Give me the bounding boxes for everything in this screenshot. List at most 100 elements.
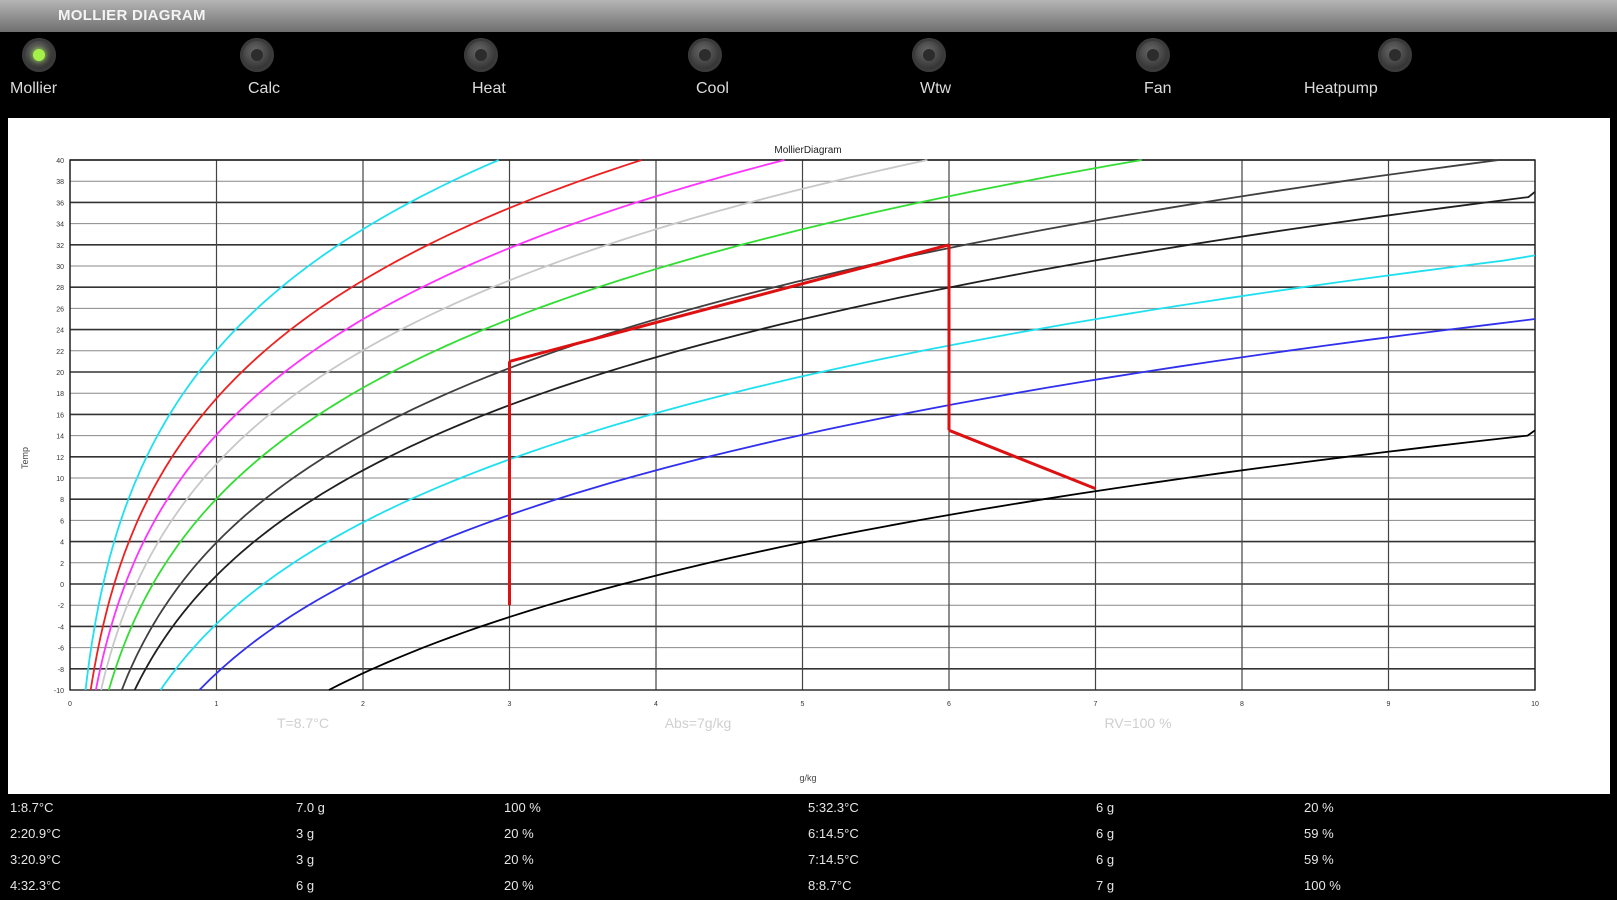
- y-tick-label: 10: [56, 476, 64, 483]
- tab-mollier[interactable]: Mollier: [8, 34, 128, 112]
- table-cell: 6 g: [1096, 852, 1115, 867]
- table-cell: 7.0 g: [296, 800, 325, 815]
- table-cell: 6 g: [1096, 826, 1115, 841]
- x-tick-label: 6: [947, 701, 951, 708]
- y-tick-label: 0: [60, 582, 64, 589]
- table-cell: 1:8.7°C: [10, 800, 54, 815]
- table-cell: 4:32.3°C: [10, 878, 61, 893]
- y-tick-label: 28: [56, 285, 64, 292]
- mollier-chart[interactable]: -10 -8 -6 -4 -2 0 2 4 6 8 10 12 14 16 18 20 22 24 26 28 30 32…: [8, 118, 1610, 794]
- table-cell: 100 %: [1304, 878, 1341, 893]
- rh-curve-35: [159, 254, 1536, 691]
- tab-wtw[interactable]: Wtw: [904, 34, 1024, 112]
- y-tick-label: 32: [56, 243, 64, 250]
- x-tick-label: 8: [1240, 701, 1244, 708]
- x-tick-label: 7: [1094, 701, 1098, 708]
- absolute-humidity-readout: Abs=7g/kg: [665, 715, 732, 731]
- tab-fan[interactable]: Fan: [1128, 34, 1248, 112]
- table-cell: 3 g: [296, 826, 315, 841]
- table-row: 2:20.9°C 3 g 20 % 6:14.5°C 6 g 59 %: [0, 822, 1617, 848]
- y-axis-label: Temp: [20, 447, 30, 469]
- y-tick-label: -10: [54, 688, 64, 695]
- rh-curve-8: [89, 159, 642, 691]
- y-tick-label: 12: [56, 455, 64, 462]
- table-cell: 20 %: [1304, 800, 1334, 815]
- radio-indicator-icon: [22, 38, 56, 72]
- x-tick-label: 1: [215, 701, 219, 708]
- table-cell: 7:14.5°C: [808, 852, 859, 867]
- x-axis-label: g/kg: [799, 773, 816, 783]
- table-row: 1:8.7°C 7.0 g 100 % 5:32.3°C 6 g 20 %: [0, 796, 1617, 822]
- table-row: 3:20.9°C 3 g 20 % 7:14.5°C 6 g 59 %: [0, 848, 1617, 874]
- table-cell: 6 g: [296, 878, 315, 893]
- radio-indicator-icon: [240, 38, 274, 72]
- table-cell: 2:20.9°C: [10, 826, 61, 841]
- x-tick-label: 4: [654, 701, 658, 708]
- y-tick-label: 6: [60, 518, 64, 525]
- y-tick-label: 20: [56, 370, 64, 377]
- y-tick-label: 8: [60, 497, 64, 504]
- process-segment: [509, 243, 950, 363]
- table-cell: 20 %: [504, 852, 534, 867]
- table-cell: 59 %: [1304, 826, 1334, 841]
- temperature-readout: T=8.7°C: [277, 715, 329, 731]
- table-cell: 6:14.5°C: [808, 826, 859, 841]
- table-cell: 8:8.7°C: [808, 878, 852, 893]
- y-tick-label: 22: [56, 349, 64, 356]
- relative-humidity-readout: RV=100 %: [1104, 715, 1171, 731]
- tab-label: Heatpump: [1304, 80, 1378, 97]
- tab-label: Calc: [248, 80, 281, 97]
- tab-heat[interactable]: Heat: [456, 34, 576, 112]
- chart-canvas: -10-8-6-4-202468101214161820222426283032…: [20, 145, 1539, 783]
- y-tick-label: 40: [56, 158, 64, 165]
- rh-curve-25: [133, 191, 1536, 691]
- title-bar: MOLLIER DIAGRAM: [0, 0, 1617, 32]
- table-cell: 20 %: [504, 878, 534, 893]
- radio-indicator-icon: [688, 38, 722, 72]
- state-points-table: 1:8.7°C 7.0 g 100 % 5:32.3°C 6 g 20 % 2:…: [0, 796, 1617, 900]
- tab-label: Cool: [696, 80, 729, 97]
- y-tick-label: -4: [58, 624, 64, 631]
- tab-cool[interactable]: Cool: [680, 34, 800, 112]
- y-tick-label: 14: [56, 434, 64, 441]
- radio-indicator-icon: [1136, 38, 1170, 72]
- table-cell: 7 g: [1096, 878, 1115, 893]
- tab-label: Heat: [472, 80, 506, 97]
- table-row: 4:32.3°C 6 g 20 % 8:8.7°C 7 g 100 %: [0, 874, 1617, 900]
- y-tick-label: 18: [56, 391, 64, 398]
- y-tick-label: 2: [60, 561, 64, 568]
- tab-label: Fan: [1144, 80, 1172, 97]
- mode-tab-bar: Mollier Calc Heat Cool Wtw Fan Heatpump: [0, 32, 1617, 116]
- y-tick-label: 34: [56, 222, 64, 229]
- x-tick-label: 0: [68, 701, 72, 708]
- radio-indicator-icon: [912, 38, 946, 72]
- table-cell: 59 %: [1304, 852, 1334, 867]
- y-tick-label: 38: [56, 179, 64, 186]
- tab-heatpump[interactable]: Heatpump: [1304, 34, 1472, 112]
- table-cell: 6 g: [1096, 800, 1115, 815]
- table-cell: 3:20.9°C: [10, 852, 61, 867]
- radio-indicator-icon: [1378, 38, 1412, 72]
- y-tick-label: 30: [56, 264, 64, 271]
- tab-calc[interactable]: Calc: [232, 34, 352, 112]
- y-tick-label: -6: [58, 646, 64, 653]
- table-cell: 100 %: [504, 800, 541, 815]
- radio-indicator-icon: [464, 38, 498, 72]
- app-title: MOLLIER DIAGRAM: [58, 7, 206, 24]
- y-tick-label: 26: [56, 306, 64, 313]
- x-tick-label: 5: [801, 701, 805, 708]
- rh-curve-6: [84, 159, 500, 691]
- y-tick-label: -2: [58, 603, 64, 610]
- y-tick-label: 36: [56, 200, 64, 207]
- y-tick-label: 4: [60, 540, 64, 547]
- x-tick-label: 2: [361, 701, 365, 708]
- rh-curve-20: [120, 159, 1500, 691]
- table-cell: 3 g: [296, 852, 315, 867]
- y-tick-label: -8: [58, 667, 64, 674]
- x-tick-label: 9: [1387, 701, 1391, 708]
- process-segment: [948, 428, 1097, 490]
- table-cell: 20 %: [504, 826, 534, 841]
- table-cell: 5:32.3°C: [808, 800, 859, 815]
- x-tick-label: 3: [508, 701, 512, 708]
- y-tick-label: 24: [56, 328, 64, 335]
